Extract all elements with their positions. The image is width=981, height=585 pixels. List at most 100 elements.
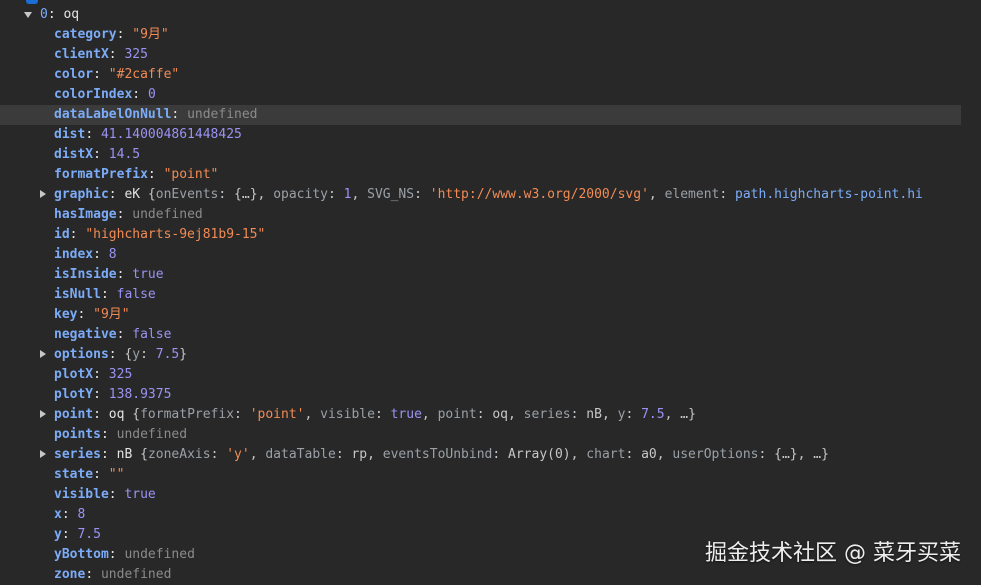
preview-value: 'point' bbox=[249, 407, 305, 422]
prop-key: color bbox=[54, 67, 94, 82]
prop-value: false bbox=[132, 327, 172, 342]
preview-value: nB bbox=[586, 407, 602, 422]
preview-key: y bbox=[132, 347, 141, 362]
prop-value: "" bbox=[108, 467, 125, 482]
preview-more: … bbox=[680, 407, 689, 422]
expand-triangle-icon[interactable] bbox=[40, 190, 46, 198]
prop-row-category[interactable]: category: "9月" bbox=[0, 25, 961, 45]
prop-class: oq bbox=[108, 407, 125, 422]
prop-key: hasImage bbox=[54, 207, 117, 222]
prop-row-distX[interactable]: distX: 14.5 bbox=[0, 145, 961, 165]
preview-value: 'http://www.w3.org/2000/svg' bbox=[429, 187, 649, 202]
preview-value: a0 bbox=[641, 447, 657, 462]
preview-value: 'y' bbox=[226, 447, 250, 462]
prop-value: "highcharts-9ej81b9-15" bbox=[85, 227, 266, 242]
prop-key: y bbox=[54, 527, 62, 542]
prop-key: graphic bbox=[54, 187, 109, 202]
prop-key: point bbox=[54, 407, 94, 422]
info-badge-icon bbox=[26, 0, 38, 4]
expand-triangle-icon[interactable] bbox=[40, 350, 46, 358]
prop-row-index[interactable]: index: 8 bbox=[0, 245, 961, 265]
prop-value: "point" bbox=[163, 167, 219, 182]
prop-class: nB bbox=[116, 447, 133, 462]
prop-value: false bbox=[116, 287, 156, 302]
prop-key: dataLabelOnNull bbox=[54, 107, 172, 122]
prop-row-key[interactable]: key: "9月" bbox=[0, 305, 961, 325]
prop-row-dataLabelOnNull[interactable]: dataLabelOnNull: undefined bbox=[0, 105, 961, 125]
prop-key: dist bbox=[54, 127, 86, 142]
prop-key: distX bbox=[54, 147, 94, 162]
expand-triangle-icon[interactable] bbox=[24, 12, 32, 18]
preview-key: visible bbox=[320, 407, 375, 422]
prop-key: negative bbox=[54, 327, 117, 342]
preview-more: … bbox=[813, 447, 822, 462]
devtools-console: 0: oq category: "9月" clientX: 325 color:… bbox=[0, 0, 981, 585]
prop-value: true bbox=[132, 267, 164, 282]
prop-value: 325 bbox=[124, 47, 148, 62]
prop-row-series[interactable]: series: nB {zoneAxis: 'y', dataTable: rp… bbox=[0, 445, 961, 465]
prop-value: undefined bbox=[132, 207, 203, 222]
prop-key: isInside bbox=[54, 267, 117, 282]
prop-row-negative[interactable]: negative: false bbox=[0, 325, 961, 345]
prop-key: zone bbox=[54, 567, 86, 582]
prop-key: isNull bbox=[54, 287, 101, 302]
prop-key: points bbox=[54, 427, 101, 442]
prop-value: 8 bbox=[77, 507, 86, 522]
prop-row-visible[interactable]: visible: true bbox=[0, 485, 961, 505]
prop-row-clientX[interactable]: clientX: 325 bbox=[0, 45, 961, 65]
prop-row-point[interactable]: point: oq {formatPrefix: 'point', visibl… bbox=[0, 405, 961, 425]
preview-key: eventsToUnbind bbox=[382, 447, 493, 462]
preview-key: userOptions bbox=[672, 447, 759, 462]
prop-value: 41.140004861448425 bbox=[100, 127, 242, 142]
prop-value: 325 bbox=[108, 367, 133, 382]
prop-value: undefined bbox=[124, 547, 195, 562]
preview-key: dataTable bbox=[265, 447, 336, 462]
prop-value: 7.5 bbox=[77, 527, 101, 542]
prop-row-graphic[interactable]: graphic: eK {onEvents: {…}, opacity: 1, … bbox=[0, 185, 961, 205]
preview-value: {…} bbox=[774, 447, 798, 462]
prop-row-hasImage[interactable]: hasImage: undefined bbox=[0, 205, 961, 225]
prop-row-points[interactable]: points: undefined bbox=[0, 425, 961, 445]
prop-row-formatPrefix[interactable]: formatPrefix: "point" bbox=[0, 165, 961, 185]
prop-key: id bbox=[54, 227, 70, 242]
prop-key: colorIndex bbox=[54, 87, 133, 102]
expand-triangle-icon[interactable] bbox=[40, 410, 46, 418]
preview-key: element bbox=[664, 187, 720, 202]
prop-value: undefined bbox=[116, 427, 188, 442]
expand-triangle-icon[interactable] bbox=[40, 450, 46, 458]
prop-key: series bbox=[54, 447, 101, 462]
prop-key: x bbox=[54, 507, 62, 522]
prop-row-x[interactable]: x: 8 bbox=[0, 505, 961, 525]
prop-key: plotX bbox=[54, 367, 94, 382]
prop-value: 138.9375 bbox=[108, 387, 172, 402]
prop-row-id[interactable]: id: "highcharts-9ej81b9-15" bbox=[0, 225, 961, 245]
preview-value: {…} bbox=[234, 187, 258, 202]
prop-row-plotX[interactable]: plotX: 325 bbox=[0, 365, 961, 385]
watermark-text: 掘金技术社区 @ 菜牙买菜 bbox=[705, 541, 961, 566]
tree-root-row[interactable]: 0: oq bbox=[0, 5, 961, 25]
preview-key: zoneAxis bbox=[147, 447, 211, 462]
preview-value: true bbox=[390, 407, 422, 422]
prop-value: undefined bbox=[187, 107, 258, 122]
prop-row-options[interactable]: options: {y: 7.5} bbox=[0, 345, 961, 365]
preview-key: chart bbox=[586, 447, 626, 462]
prop-row-zone[interactable]: zone: undefined bbox=[0, 565, 961, 585]
prop-value: 8 bbox=[108, 247, 117, 262]
prop-value: undefined bbox=[100, 567, 172, 582]
prop-row-color[interactable]: color: "#2caffe" bbox=[0, 65, 961, 85]
prop-key: index bbox=[54, 247, 94, 262]
prop-row-isInside[interactable]: isInside: true bbox=[0, 265, 961, 285]
prop-key: yBottom bbox=[54, 547, 109, 562]
prop-key: visible bbox=[54, 487, 109, 502]
prop-row-dist[interactable]: dist: 41.140004861448425 bbox=[0, 125, 961, 145]
prop-value: "#2caffe" bbox=[108, 67, 180, 82]
prop-row-colorIndex[interactable]: colorIndex: 0 bbox=[0, 85, 961, 105]
prop-key: category bbox=[54, 27, 117, 42]
prop-row-state[interactable]: state: "" bbox=[0, 465, 961, 485]
prop-row-isNull[interactable]: isNull: false bbox=[0, 285, 961, 305]
prop-key: formatPrefix bbox=[54, 167, 148, 182]
prop-key: clientX bbox=[54, 47, 109, 62]
prop-key: options bbox=[54, 347, 109, 362]
prop-row-plotY[interactable]: plotY: 138.9375 bbox=[0, 385, 961, 405]
preview-key: point bbox=[437, 407, 477, 422]
